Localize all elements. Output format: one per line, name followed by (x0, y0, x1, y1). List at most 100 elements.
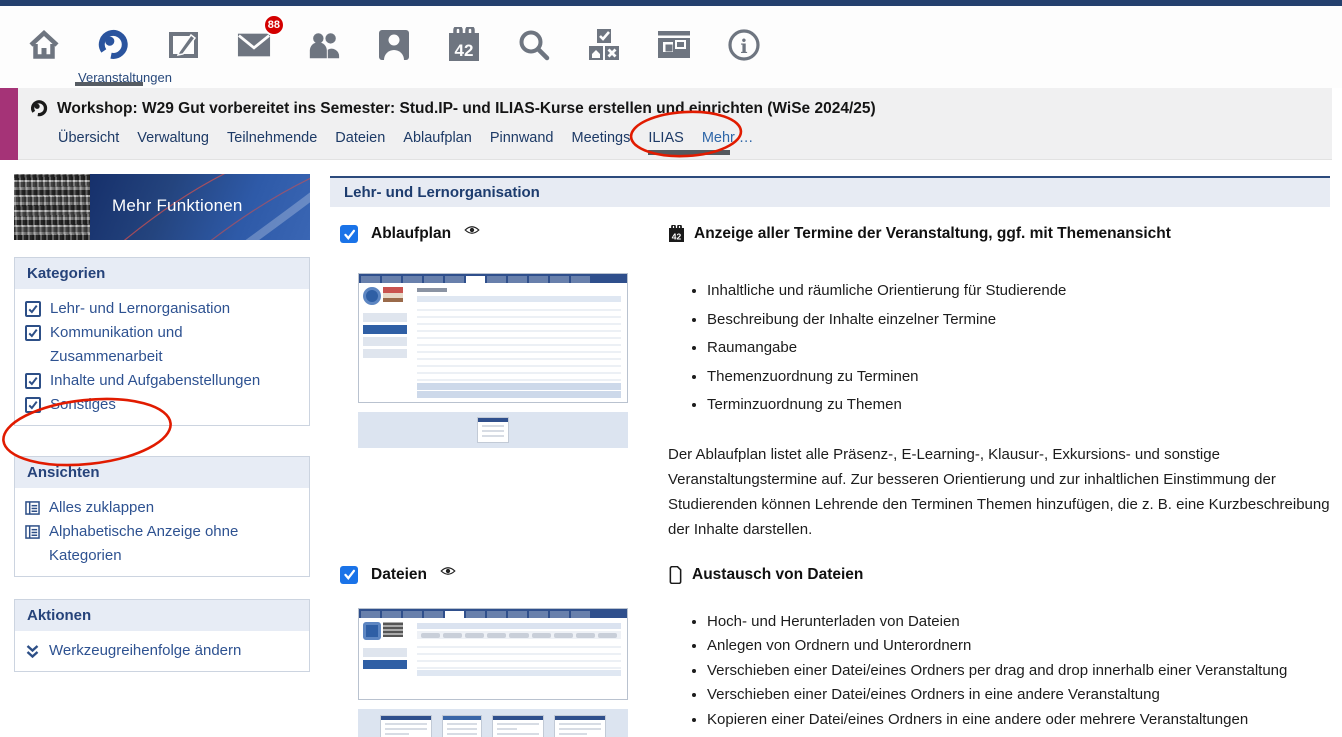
category-label: Sonstiges (50, 393, 116, 417)
ablaufplan-screenshot-thumbnail[interactable] (358, 273, 628, 448)
svg-text:42: 42 (672, 232, 682, 242)
seminar-icon (30, 99, 49, 118)
tools-blocks-icon (587, 28, 621, 62)
category-item-inhalte[interactable]: Inhalte und Aufgabenstellungen (25, 369, 299, 393)
global-icon-bar: Veranstaltungen 88 (0, 6, 1342, 88)
category-label: Kommunikation und Zusammenarbeit (50, 321, 299, 369)
feature-name: Ablaufplan (371, 225, 451, 243)
mail-button[interactable]: 88 (237, 24, 271, 66)
bullet-item: Themenzuordnung zu Terminen (707, 363, 1330, 392)
veranstaltungen-button[interactable]: Veranstaltungen (97, 24, 131, 66)
feature-name: Dateien (371, 566, 427, 584)
ablaufplan-extra-thumbnails (358, 412, 628, 448)
planer-button[interactable]: 42 (447, 24, 481, 66)
profile-button[interactable] (377, 24, 411, 66)
bullet-item: Hoch- und Herunterladen von Dateien (707, 610, 1330, 635)
lecture-hall-photo (14, 174, 90, 240)
visibility-eye-icon[interactable] (464, 224, 480, 236)
course-color-strip (0, 88, 18, 160)
bullet-item: Inhaltliche und räumliche Orientierung f… (707, 277, 1330, 306)
category-label: Lehr- und Lernorganisation (50, 297, 230, 321)
checkbox-checked-icon[interactable] (25, 325, 41, 341)
bullet-item: Kopieren einer Datei/eines Ordners in ei… (707, 708, 1330, 733)
bullet-item: Terminzuordnung zu Themen (707, 391, 1330, 420)
edit-page-icon (167, 28, 201, 62)
calendar-icon: 42 (447, 27, 481, 63)
category-item-sonstiges[interactable]: Sonstiges (25, 393, 299, 417)
profile-icon (378, 29, 410, 61)
tools-button[interactable] (587, 24, 621, 66)
search-button[interactable] (517, 24, 551, 66)
tab-mehr[interactable]: Mehr … (693, 130, 763, 146)
tab-verwaltung[interactable]: Verwaltung (128, 130, 218, 146)
dateien-checkbox[interactable] (340, 566, 358, 584)
checkbox-checked-icon[interactable] (25, 301, 41, 317)
bullet-item: Beschreibung der Inhalte einzelner Termi… (707, 306, 1330, 335)
feature-title: Anzeige aller Termine der Veranstaltung,… (694, 225, 1171, 243)
dateien-screenshot-thumbnail[interactable] (358, 608, 628, 737)
feature-title: Austausch von Dateien (692, 566, 863, 584)
dateien-screenshot (358, 608, 628, 700)
sidebar-section-aktionen: Aktionen Werkzeugreihenfolge ändern (14, 599, 310, 672)
tab-uebersicht[interactable]: Übersicht (49, 130, 128, 146)
bullet-item: Verlinkung auf abgelegte Dateien möglich (707, 732, 1330, 737)
sidebar-section-kategorien: Kategorien Lehr- und Lernorganisation Ko… (14, 257, 310, 426)
action-label: Werkzeugreihenfolge ändern (49, 639, 241, 663)
course-header: Workshop: W29 Gut vorbereitet ins Semest… (0, 88, 1332, 160)
sidebar-section-ansichten: Ansichten Alles zuklappen (14, 456, 310, 577)
section-header: Lehr- und Lernorganisation (330, 176, 1330, 207)
kategorien-header: Kategorien (15, 258, 309, 289)
course-title: Workshop: W29 Gut vorbereitet ins Semest… (57, 100, 876, 118)
ansichten-header: Ansichten (15, 457, 309, 488)
checkbox-checked-icon[interactable] (25, 397, 41, 413)
tab-meetings[interactable]: Meetings (563, 130, 640, 146)
checkbox-checked-icon[interactable] (25, 373, 41, 389)
category-view-icon (25, 525, 40, 539)
arbeitsplatz-button[interactable] (167, 24, 201, 66)
feature-bullet-list: Hoch- und Herunterladen von Dateien Anle… (668, 610, 1330, 737)
course-tab-bar: Übersicht Verwaltung Teilnehmende Dateie… (49, 130, 762, 146)
aktionen-header: Aktionen (15, 600, 309, 631)
bullet-item: Verschieben einer Datei/eines Ordners in… (707, 683, 1330, 708)
main-content: Lehr- und Lernorganisation Ablaufplan (330, 176, 1330, 737)
sidebar-title: Mehr Funktionen (112, 196, 243, 216)
sidebar: Mehr Funktionen Kategorien Lehr- und Ler… (14, 174, 310, 672)
bulletin-board-button[interactable] (657, 24, 691, 66)
svg-text:42: 42 (455, 41, 474, 60)
calendar-42-icon: 42 (668, 225, 685, 243)
veranstaltungen-icon (97, 26, 131, 64)
view-item-alles-zuklappen[interactable]: Alles zuklappen (25, 496, 299, 520)
tab-teilnehmende[interactable]: Teilnehmende (218, 130, 326, 146)
tab-pinnwand[interactable]: Pinnwand (481, 130, 563, 146)
bullet-item: Verschieben einer Datei/eines Ordners pe… (707, 659, 1330, 684)
bullet-item: Anlegen von Ordnern und Unterordnern (707, 634, 1330, 659)
double-chevron-down-icon (25, 644, 40, 659)
community-button[interactable] (307, 24, 341, 66)
dateien-extra-thumbnails (358, 709, 628, 737)
search-icon (517, 28, 551, 62)
category-item-kommunikation[interactable]: Kommunikation und Zusammenarbeit (25, 321, 299, 369)
home-icon (27, 28, 61, 62)
view-item-alphabetische-anzeige[interactable]: Alphabetische Anzeige ohne Kategorien (25, 520, 299, 568)
category-view-icon (25, 501, 40, 515)
feature-ablaufplan: Ablaufplan (330, 207, 1330, 542)
ablaufplan-checkbox[interactable] (340, 225, 358, 243)
help-button[interactable]: i (727, 24, 761, 66)
bullet-item: Raumangabe (707, 334, 1330, 363)
info-icon: i (727, 28, 761, 62)
mail-icon (237, 30, 271, 60)
category-item-lehr-lernorganisation[interactable]: Lehr- und Lernorganisation (25, 297, 299, 321)
category-label: Inhalte und Aufgabenstellungen (50, 369, 260, 393)
action-item-werkzeugreihenfolge[interactable]: Werkzeugreihenfolge ändern (25, 639, 299, 663)
tab-dateien[interactable]: Dateien (326, 130, 394, 146)
file-icon (668, 566, 683, 584)
community-icon (307, 29, 341, 61)
home-button[interactable] (27, 24, 61, 66)
tab-ablaufplan[interactable]: Ablaufplan (394, 130, 481, 146)
visibility-eye-icon[interactable] (440, 565, 456, 577)
feature-bullet-list: Inhaltliche und räumliche Orientierung f… (668, 277, 1330, 420)
active-tab-underline (648, 150, 730, 155)
svg-text:i: i (740, 36, 747, 58)
bulletin-board-icon (657, 30, 691, 60)
tab-ilias[interactable]: ILIAS (639, 130, 692, 146)
